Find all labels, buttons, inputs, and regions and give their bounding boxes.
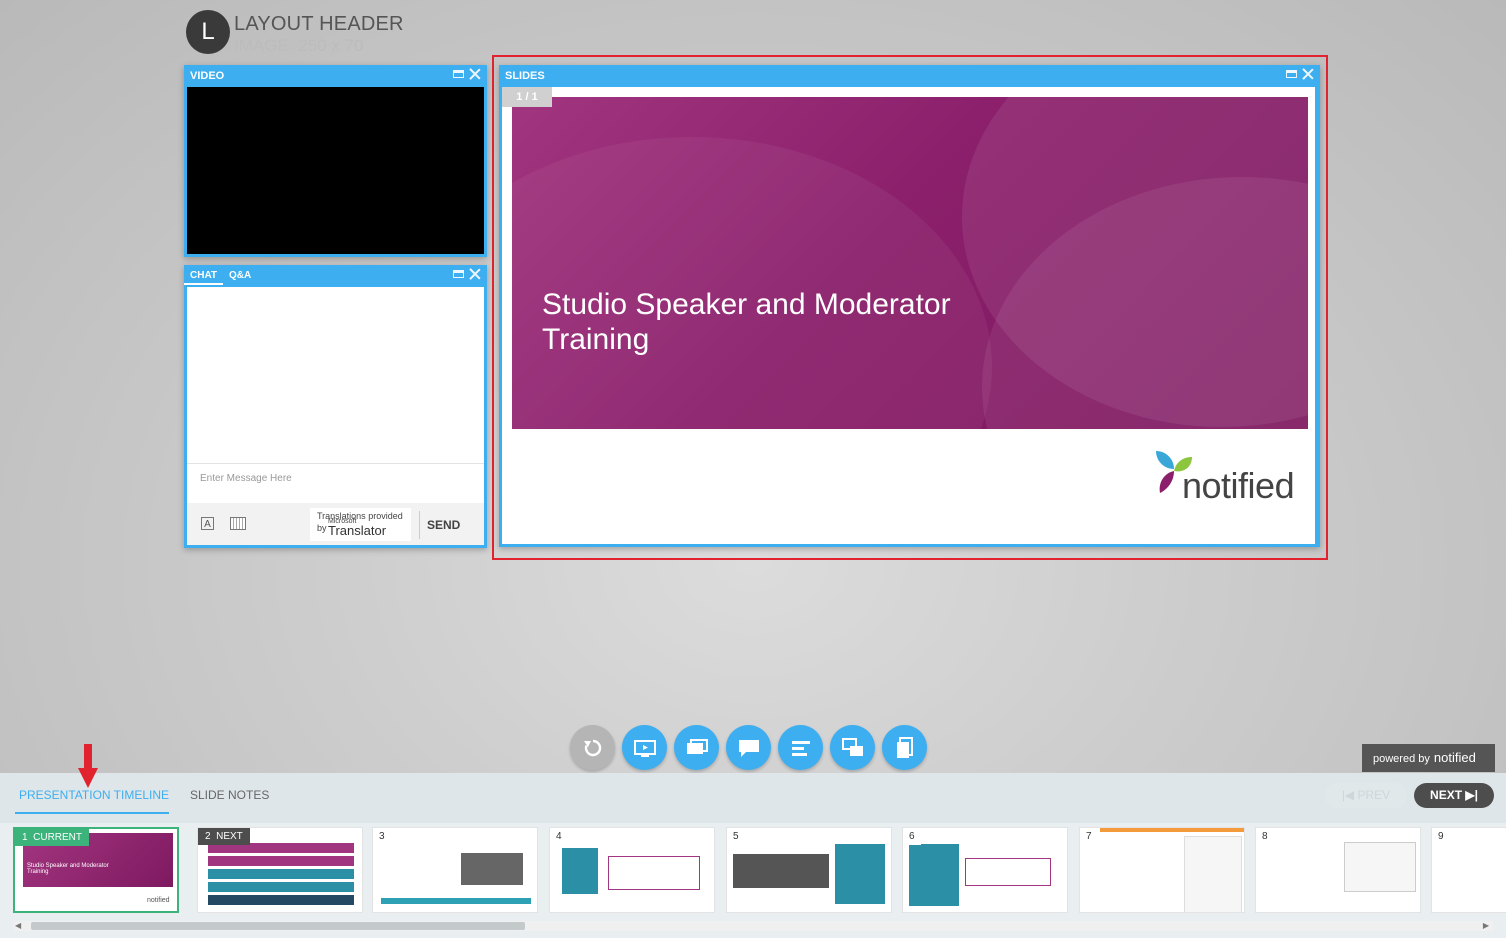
agenda-toggle-button[interactable] <box>778 725 823 770</box>
maximize-icon[interactable] <box>1286 70 1297 78</box>
slides-panel-title: SLIDES <box>505 70 545 82</box>
slide-thumbnails: 1 CURRENT Studio Speaker and Moderator T… <box>13 827 1506 915</box>
powered-by-badge: powered by notified <box>1362 744 1495 772</box>
slide-viewer: 1 / 1 Studio Speaker and Moderator Train… <box>502 87 1315 544</box>
maximize-icon[interactable] <box>453 70 464 78</box>
prev-button[interactable]: |◀ PREV <box>1325 783 1407 808</box>
layout-logo: L <box>186 10 230 54</box>
screen-share-icon <box>633 739 656 757</box>
chat-panel: CHAT Q&A Enter Message Here A Translatio… <box>184 265 487 548</box>
scroll-left-icon[interactable]: ◀ <box>15 921 21 930</box>
video-player[interactable] <box>187 87 484 254</box>
next-label: NEXT <box>1430 788 1463 802</box>
thumbnail-title: Studio Speaker and Moderator Training <box>27 863 109 875</box>
translator-name: Translator <box>328 523 387 538</box>
slide-banner: Studio Speaker and Moderator Training <box>512 97 1308 429</box>
video-panel-title: VIDEO <box>190 70 225 82</box>
powered-by-label: powered by <box>1373 753 1430 765</box>
slide-title: Studio Speaker and Moderator Training <box>542 288 951 356</box>
thumbnail-badge: 8 <box>1256 828 1274 845</box>
agenda-icon <box>791 740 810 756</box>
thumbnail-6[interactable]: 6 <box>902 827 1068 913</box>
thumbnail-2[interactable]: 2 NEXT <box>197 827 363 913</box>
thumbnail-badge: 3 <box>373 828 391 845</box>
chat-toggle-button[interactable] <box>726 725 771 770</box>
prev-label: PREV <box>1357 788 1391 802</box>
next-icon: ▶| <box>1462 788 1478 802</box>
thumbnail-5[interactable]: 5 <box>726 827 892 913</box>
powered-by-brand: notified <box>1433 750 1476 765</box>
thumbnail-badge: 7 <box>1080 828 1098 845</box>
translator-by: by <box>317 523 327 533</box>
maximize-icon[interactable] <box>453 270 464 278</box>
chat-footer: A Translations provided by Microsoft Tra… <box>187 503 484 545</box>
thumbnail-7[interactable]: 7 <box>1079 827 1245 913</box>
next-button[interactable]: NEXT ▶| <box>1414 783 1494 808</box>
tab-slide-notes[interactable]: SLIDE NOTES <box>190 788 269 802</box>
scroll-right-icon[interactable]: ▶ <box>1483 921 1489 930</box>
thumbnail-badge: 2 NEXT <box>198 828 250 845</box>
thumbnail-badge: 5 <box>727 828 745 845</box>
refresh-button[interactable] <box>570 725 615 770</box>
slide-logo-text: notified <box>1182 465 1295 506</box>
thumbnail-9[interactable]: 9 <box>1431 827 1506 913</box>
video-panel: VIDEO <box>184 65 487 257</box>
handouts-icon <box>896 736 913 758</box>
qa-icon <box>841 737 863 756</box>
thumbnail-badge: 4 <box>550 828 568 845</box>
thumbnail-badge: 9 <box>1432 828 1450 845</box>
chat-icon <box>738 739 759 757</box>
scrollbar-thumb[interactable] <box>31 922 525 930</box>
slides-icon <box>686 738 708 754</box>
active-tab-underline <box>15 812 169 814</box>
refresh-icon <box>583 739 601 756</box>
timeline-area: PRESENTATION TIMELINE SLIDE NOTES |◀ PRE… <box>0 773 1506 938</box>
close-icon[interactable] <box>1302 68 1314 80</box>
tab-chat[interactable]: CHAT <box>184 265 224 285</box>
down-arrow-icon <box>78 744 98 788</box>
chat-messages: Enter Message Here A Translations provid… <box>187 287 484 545</box>
close-icon[interactable] <box>469 268 481 280</box>
slides-panel: SLIDES 1 / 1 Studio Speaker and Moderato… <box>499 65 1320 547</box>
tab-qa[interactable]: Q&A <box>223 265 257 285</box>
chat-message-input[interactable]: Enter Message Here <box>187 463 484 503</box>
font-icon[interactable]: A <box>201 517 214 530</box>
video-toggle-button[interactable] <box>622 725 667 770</box>
slide-page-indicator: 1 / 1 <box>502 87 552 107</box>
thumbnail-badge: 1 CURRENT <box>15 829 90 846</box>
prev-icon: |◀ <box>1341 788 1358 802</box>
qa-toggle-button[interactable] <box>830 725 875 770</box>
slides-toggle-button[interactable] <box>674 725 719 770</box>
timeline-scrollbar[interactable]: ◀ ▶ <box>13 921 1493 931</box>
tab-presentation-timeline[interactable]: PRESENTATION TIMELINE <box>19 788 169 802</box>
thumbnail-8[interactable]: 8 <box>1255 827 1421 913</box>
layout-header-subtitle: IMAGE: 250 x 70 <box>234 36 364 55</box>
handouts-toggle-button[interactable] <box>882 725 927 770</box>
close-icon[interactable] <box>469 68 481 80</box>
layout-header-title: LAYOUT HEADER <box>234 13 404 35</box>
thumbnail-4[interactable]: 4 <box>549 827 715 913</box>
thumbnail-1[interactable]: 1 CURRENT Studio Speaker and Moderator T… <box>13 827 179 913</box>
translator-badge: Translations provided by Microsoft Trans… <box>310 508 411 541</box>
thumbnail-badge: 6 <box>903 828 921 845</box>
thumbnail-3[interactable]: 3 <box>372 827 538 913</box>
timeline-tabbar: PRESENTATION TIMELINE SLIDE NOTES |◀ PRE… <box>0 773 1506 823</box>
send-button[interactable]: SEND <box>427 518 460 532</box>
keyboard-icon[interactable] <box>230 517 246 530</box>
